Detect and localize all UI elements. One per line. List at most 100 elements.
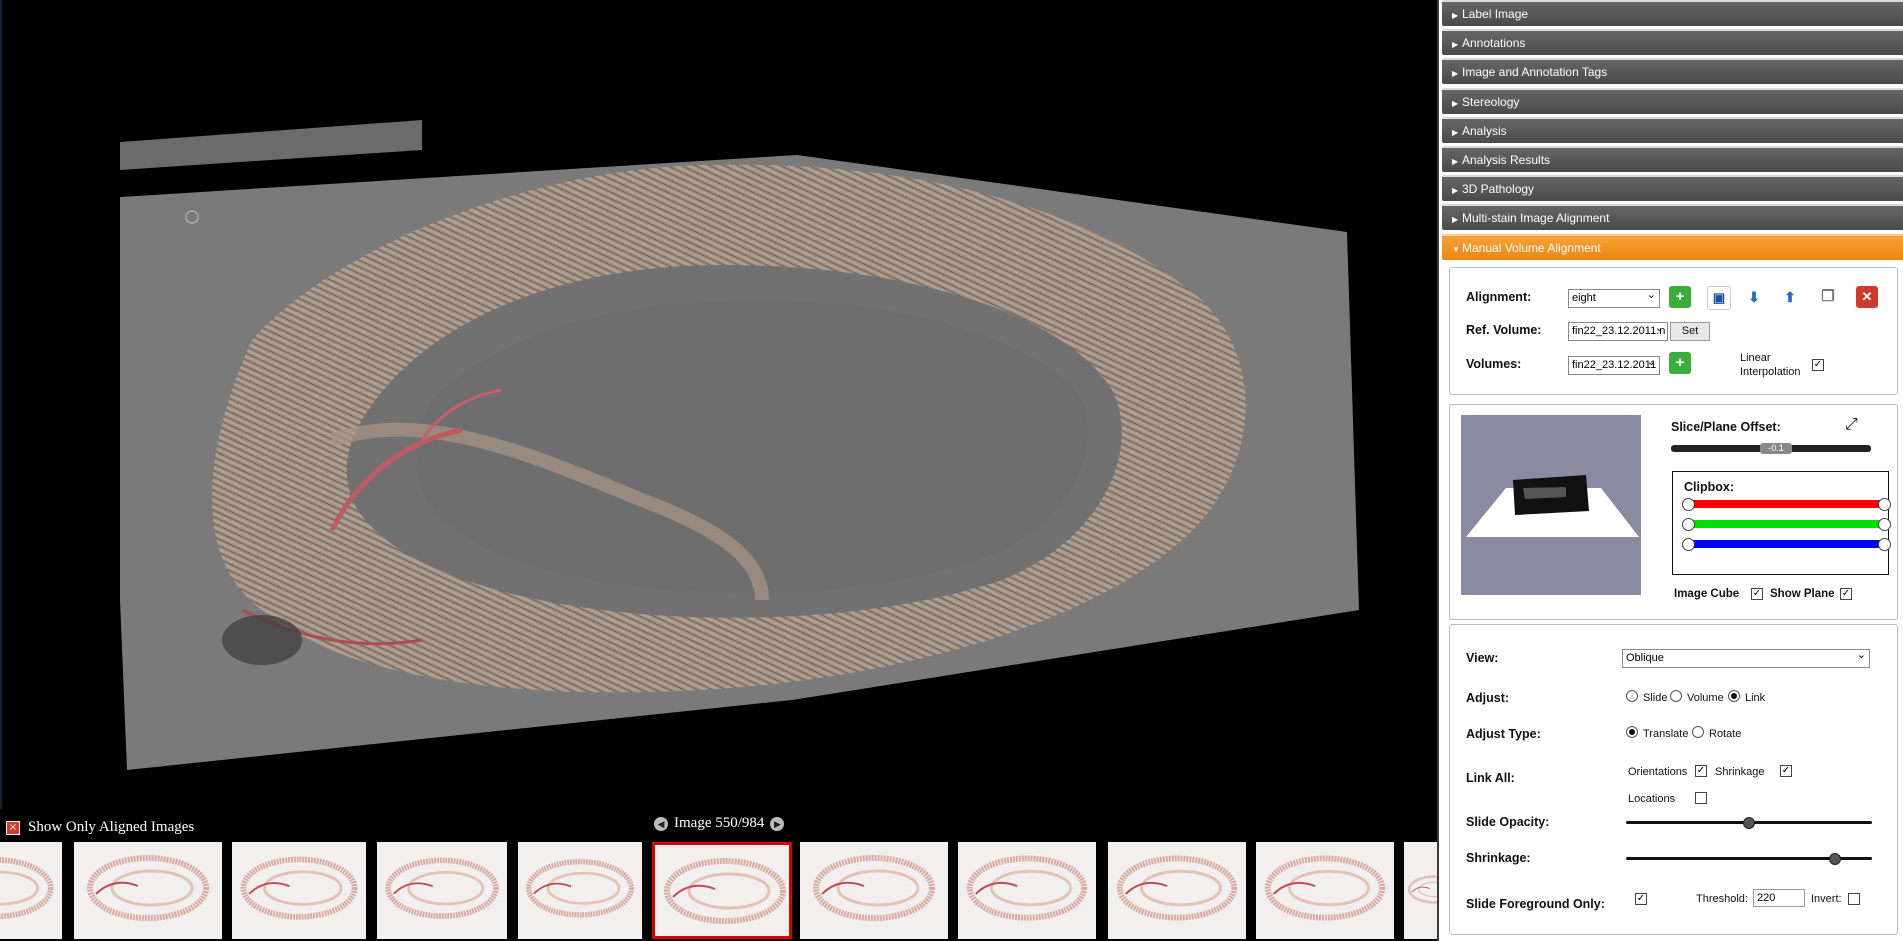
- shrinkage-handle[interactable]: [1829, 853, 1842, 865]
- alignment-label: Alignment:: [1466, 290, 1532, 304]
- rotate-label: Rotate: [1709, 728, 1742, 740]
- clip-red-max-handle[interactable]: [1878, 498, 1891, 511]
- section-header-annotations[interactable]: ▶ Annotations: [1442, 29, 1903, 56]
- add-alignment-icon[interactable]: +: [1669, 286, 1691, 308]
- section-header-analysis[interactable]: ▶ Analysis: [1442, 116, 1903, 143]
- section-header-multi-stain-image-alignment[interactable]: ▶ Multi-stain Image Alignment: [1442, 204, 1903, 231]
- tissue-slice-view[interactable]: [2, 0, 1437, 809]
- slide-thumbnail[interactable]: [377, 842, 507, 939]
- filmstrip-bar: × Show Only Aligned Images ◀ Image 550/9…: [0, 809, 1464, 941]
- adjust-slide-radio[interactable]: [1626, 690, 1638, 702]
- triangle-down-icon: ▼: [1452, 244, 1460, 254]
- show-aligned-label: Show Only Aligned Images: [28, 819, 195, 835]
- delete-alignment-icon[interactable]: ✕: [1856, 286, 1878, 308]
- clip-red-slider[interactable]: [1687, 500, 1883, 508]
- image-cube-checkbox[interactable]: ✓: [1751, 588, 1763, 600]
- expand-icon[interactable]: ⤢: [1845, 416, 1858, 434]
- adjust-slide-label: Slide: [1643, 692, 1668, 704]
- section-header-label: Manual Volume Alignment: [1462, 240, 1601, 255]
- ref-volume-field[interactable]: fin22_23.12.2011.n: [1568, 322, 1668, 341]
- adjust-volume-label: Volume: [1687, 692, 1724, 704]
- section-header-label: Annotations: [1462, 36, 1526, 51]
- clip-green-slider[interactable]: [1687, 520, 1883, 528]
- section-header-stereology[interactable]: ▶ Stereology: [1442, 87, 1903, 114]
- next-image-icon[interactable]: ▶: [770, 816, 785, 831]
- set-ref-volume-button[interactable]: Set: [1670, 322, 1710, 341]
- threshold-input[interactable]: [1753, 889, 1805, 907]
- previous-image-icon[interactable]: ◀: [654, 816, 668, 831]
- section-header-3d-pathology[interactable]: ▶ 3D Pathology: [1442, 175, 1903, 202]
- slice-offset-label: Slice/Plane Offset:: [1671, 420, 1781, 434]
- triangle-right-icon: ▶: [1452, 127, 1459, 137]
- triangle-right-icon: ▶: [1452, 215, 1459, 225]
- slide-thumbnail[interactable]: [232, 842, 366, 939]
- clip-red-min-handle[interactable]: [1682, 498, 1695, 511]
- slide-thumbnail[interactable]: [0, 842, 62, 939]
- ref-volume-label: Ref. Volume:: [1466, 323, 1542, 337]
- section-header-label: 3D Pathology: [1462, 182, 1535, 197]
- slide-thumbnail[interactable]: [800, 842, 948, 939]
- clip-green-max-handle[interactable]: [1878, 518, 1891, 531]
- clip-green-min-handle[interactable]: [1682, 518, 1695, 531]
- translate-label: Translate: [1643, 728, 1689, 740]
- slide-opacity-handle[interactable]: [1743, 817, 1755, 829]
- volume-viewer[interactable]: [0, 0, 1437, 809]
- copy-icon[interactable]: ❐: [1817, 286, 1839, 308]
- adjust-type-label: Adjust Type:: [1466, 727, 1541, 741]
- clip-blue-max-handle[interactable]: [1878, 538, 1891, 551]
- slice-box: Slice/Plane Offset: ⤢ -0.1 Clipbox: Imag…: [1449, 404, 1898, 620]
- triangle-right-icon: ▶: [1452, 186, 1459, 196]
- save-icon[interactable]: ▣: [1707, 286, 1731, 310]
- section-header-label-image[interactable]: ▶ Label Image: [1442, 0, 1903, 26]
- locations-checkbox[interactable]: [1695, 792, 1707, 804]
- close-icon[interactable]: ×: [6, 820, 20, 835]
- section-header-label: Image and Annotation Tags: [1462, 65, 1608, 80]
- fg-only-label: Slide Foreground Only:: [1466, 897, 1605, 911]
- image-cube-label: Image Cube: [1674, 588, 1740, 600]
- slide-opacity-label: Slide Opacity:: [1466, 815, 1550, 829]
- section-header-analysis-results[interactable]: ▶ Analysis Results: [1442, 146, 1903, 172]
- show-plane-checkbox[interactable]: ✓: [1840, 588, 1852, 600]
- view-select[interactable]: Oblique: [1622, 649, 1870, 668]
- thumbnail-strip[interactable]: [0, 842, 1464, 939]
- shrinkage-checkbox[interactable]: ✓: [1780, 765, 1792, 777]
- invert-checkbox[interactable]: [1848, 893, 1860, 905]
- section-header-manual-volume-alignment[interactable]: ▼ Manual Volume Alignment: [1442, 233, 1903, 260]
- triangle-right-icon: ▶: [1452, 98, 1459, 108]
- threshold-label: Threshold:: [1696, 893, 1748, 905]
- add-volume-icon[interactable]: +: [1669, 352, 1691, 374]
- fg-only-checkbox[interactable]: ✓: [1635, 893, 1647, 905]
- clip-blue-slider[interactable]: [1687, 540, 1883, 548]
- locations-label: Locations: [1628, 793, 1676, 805]
- triangle-right-icon: ▶: [1452, 11, 1459, 20]
- shrinkage-label: Shrinkage:: [1466, 851, 1531, 865]
- slide-thumbnail[interactable]: [652, 842, 792, 939]
- slide-thumbnail[interactable]: [74, 842, 222, 939]
- orientations-checkbox[interactable]: ✓: [1695, 765, 1707, 777]
- slide-thumbnail[interactable]: [518, 842, 642, 939]
- triangle-right-icon: ▶: [1452, 157, 1459, 166]
- adjust-volume-radio[interactable]: [1670, 690, 1682, 702]
- rotate-radio[interactable]: [1692, 726, 1704, 738]
- linear-label-1: Linear: [1740, 352, 1771, 364]
- adjust-link-radio[interactable]: [1728, 690, 1740, 702]
- show-aligned-toggle[interactable]: × Show Only Aligned Images: [6, 819, 194, 836]
- slide-thumbnail[interactable]: [958, 842, 1096, 939]
- linear-label-2: Interpolation: [1740, 366, 1801, 378]
- clip-blue-min-handle[interactable]: [1682, 538, 1695, 551]
- import-icon[interactable]: ⬇: [1743, 286, 1765, 308]
- link-all-label: Link All:: [1466, 771, 1515, 785]
- slide-thumbnail[interactable]: [1108, 842, 1246, 939]
- image-navigator: ◀ Image 550/984 ▶: [654, 815, 785, 832]
- alignment-select[interactable]: eight: [1568, 289, 1660, 308]
- slice-offset-handle[interactable]: -0.1: [1760, 443, 1792, 454]
- orientations-label: Orientations: [1628, 766, 1688, 778]
- section-header-label: Analysis Results: [1462, 153, 1551, 167]
- section-header-image-and-annotation-tags[interactable]: ▶ Image and Annotation Tags: [1442, 58, 1903, 85]
- translate-radio[interactable]: [1626, 726, 1638, 738]
- slide-thumbnail[interactable]: [1256, 842, 1394, 939]
- volumes-select[interactable]: fin22_23.12.2011: [1568, 356, 1660, 375]
- export-icon[interactable]: ⬆: [1779, 286, 1801, 308]
- volume-preview[interactable]: [1461, 415, 1641, 595]
- linear-interpolation-checkbox[interactable]: ✓: [1812, 359, 1824, 371]
